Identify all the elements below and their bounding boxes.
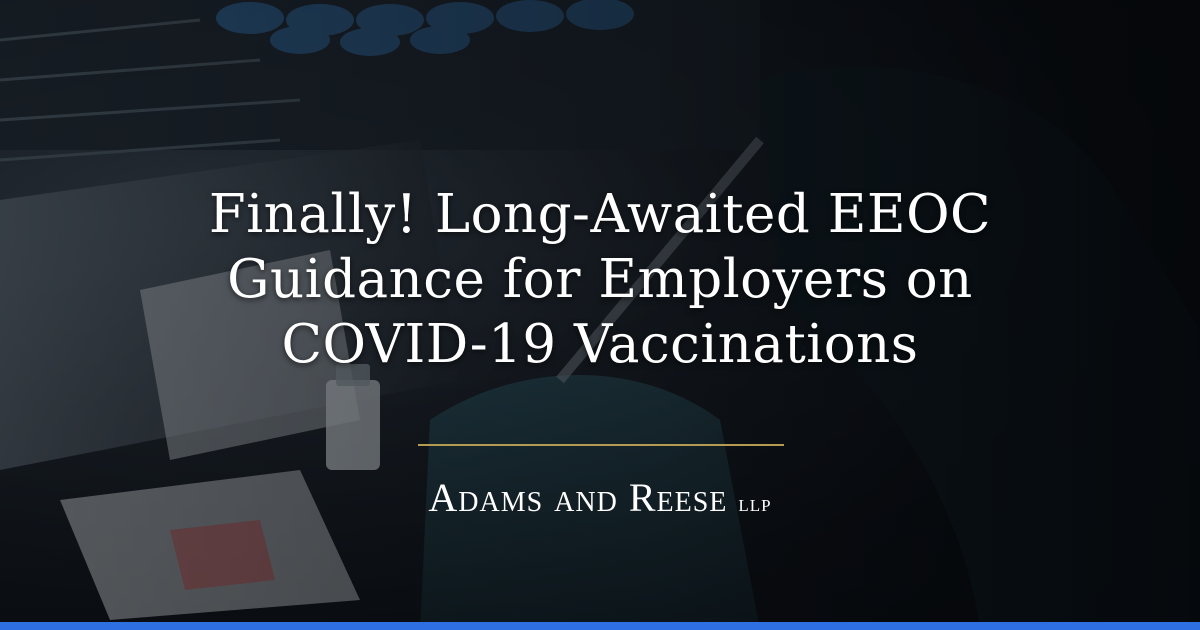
firm-logo: Adams and Reese llp xyxy=(300,474,900,521)
firm-name: Adams and Reese xyxy=(428,475,728,520)
headline-line-3: COVID-19 Vaccinations xyxy=(281,314,919,375)
headline-line-1: Finally! Long-Awaited EEOC xyxy=(208,184,992,245)
headline: Finally! Long-Awaited EEOC Guidance for … xyxy=(150,182,1050,377)
firm-suffix: llp xyxy=(738,491,772,517)
share-card: Finally! Long-Awaited EEOC Guidance for … xyxy=(0,0,1200,630)
headline-line-2: Guidance for Employers on xyxy=(227,249,973,310)
accent-bar xyxy=(0,622,1200,630)
gold-divider xyxy=(418,444,784,446)
